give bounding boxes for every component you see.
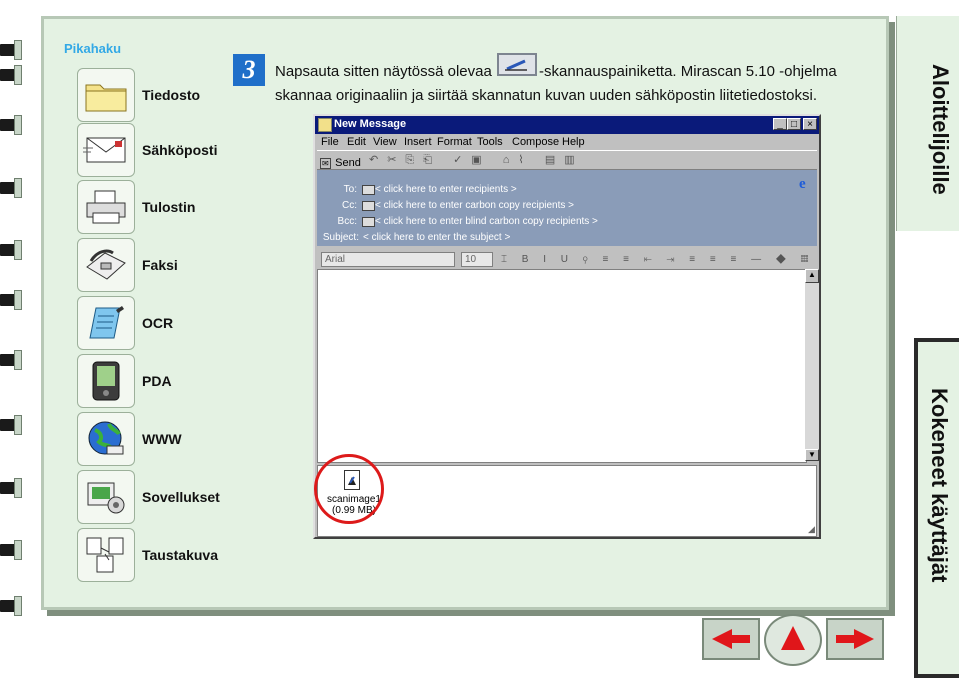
sidebar-item-label: WWW xyxy=(142,431,182,447)
toolbar: ✉ Send ↶✂⎘⎗ ✓▣ ⌂⌇ ▤▥ xyxy=(317,150,817,170)
toolbar-icons[interactable]: ↶✂⎘⎗ ✓▣ ⌂⌇ ▤▥ xyxy=(369,153,584,167)
printer-icon xyxy=(77,180,135,234)
scan-button-icon xyxy=(497,53,537,76)
message-body[interactable] xyxy=(317,269,807,463)
maximize-button[interactable]: □ xyxy=(787,118,801,130)
sidebar-item-label: OCR xyxy=(142,315,174,331)
sidebar-item-file[interactable]: Tiedosto xyxy=(77,68,237,122)
sidebar-item-fax[interactable]: Faksi xyxy=(77,238,237,292)
cc-field[interactable]: < click here to enter carbon copy recipi… xyxy=(375,200,574,211)
font-size-select[interactable]: 10 xyxy=(461,252,493,267)
sidebar-title: Pikahaku xyxy=(64,41,122,56)
up-button[interactable] xyxy=(764,614,822,666)
folder-icon xyxy=(77,68,135,122)
step-number-badge: 3 xyxy=(233,54,265,86)
close-button[interactable]: × xyxy=(803,118,817,130)
applications-icon xyxy=(77,470,135,524)
sidebar-item-label: Sovellukset xyxy=(142,489,220,505)
instruction-line-2: skannaa originaaliin ja siirtää skannatu… xyxy=(275,87,818,104)
formatting-icons[interactable]: ⌶ B I U ⚲ ≡ ≡ ⇤ ⇥ ≡ ≡ ≡ — ◆ ▦ xyxy=(501,254,814,265)
sidebar-item-label: Tiedosto xyxy=(142,87,201,103)
subject-label: Subject: xyxy=(322,232,359,243)
to-label: To: xyxy=(343,184,357,195)
sidebar-item-printer[interactable]: Tulostin xyxy=(77,180,237,234)
scroll-down-arrow-icon[interactable]: ▼ xyxy=(805,449,819,461)
minimize-button[interactable]: _ xyxy=(773,118,787,130)
menu-format[interactable]: Format xyxy=(437,136,472,148)
address-book-icon[interactable] xyxy=(362,217,375,227)
menu-tools[interactable]: Tools xyxy=(477,136,503,148)
sidebar-item-label: Taustakuva xyxy=(142,547,218,563)
next-arrow-icon xyxy=(836,629,874,649)
sidebar-item-label: PDA xyxy=(142,373,172,389)
font-size-value: 10 xyxy=(465,254,477,265)
address-header: To: < click here to enter recipients > C… xyxy=(317,170,817,246)
menu-edit[interactable]: Edit xyxy=(347,136,366,148)
window-title: New Message xyxy=(334,118,407,130)
menu-file[interactable]: File xyxy=(321,136,339,148)
menu-help[interactable]: Help xyxy=(562,136,585,148)
bcc-field[interactable]: < click here to enter blind carbon copy … xyxy=(375,216,598,227)
browser-e-icon: e xyxy=(799,176,806,192)
globe-icon xyxy=(77,412,135,466)
scroll-up-arrow-icon[interactable]: ▲ xyxy=(805,269,819,283)
menu-compose[interactable]: Compose xyxy=(512,136,559,148)
envelope-icon xyxy=(318,118,332,132)
sidebar-item-label: Faksi xyxy=(142,257,178,273)
envelope-icon xyxy=(77,123,135,177)
window-titlebar: New Message _ □ × xyxy=(315,116,819,134)
menu-view[interactable]: View xyxy=(373,136,397,148)
tab-beginners[interactable]: Aloittelijoille xyxy=(896,16,959,231)
to-field[interactable]: < click here to enter recipients > xyxy=(375,184,517,195)
wallpaper-icon xyxy=(77,528,135,582)
vertical-scrollbar[interactable]: ▲ ▼ xyxy=(805,269,819,461)
sidebar-item-label: Sähköposti xyxy=(142,142,218,158)
send-button[interactable]: ✉ Send xyxy=(320,153,361,171)
sidebar-item-pda[interactable]: PDA xyxy=(77,354,237,408)
sidebar-item-label: Tulostin xyxy=(142,199,196,215)
address-book-icon[interactable] xyxy=(362,185,375,195)
sidebar-item-email[interactable]: Sähköposti xyxy=(77,123,237,177)
previous-arrow-icon xyxy=(712,629,750,649)
previous-page-button[interactable] xyxy=(702,618,760,660)
font-name-value: Arial xyxy=(325,254,346,265)
sidebar-item-ocr[interactable]: OCR xyxy=(77,296,237,350)
cc-label: Cc: xyxy=(342,200,357,211)
notepad-icon xyxy=(77,296,135,350)
subject-field[interactable]: < click here to enter the subject > xyxy=(363,232,510,243)
next-page-button[interactable] xyxy=(826,618,884,660)
pda-icon xyxy=(77,354,135,408)
sidebar-item-www[interactable]: WWW xyxy=(77,412,237,466)
new-message-window: New Message _ □ × File Edit View Insert … xyxy=(313,114,821,539)
spiral-binding xyxy=(0,0,24,678)
highlight-circle xyxy=(314,454,384,524)
send-label: Send xyxy=(335,157,361,169)
font-name-select[interactable]: Arial xyxy=(321,252,455,267)
tab-experienced-users[interactable]: Kokeneet käyttäjät xyxy=(914,338,959,678)
instruction-line-1-start: Napsauta sitten näytössä olevaa xyxy=(275,63,492,80)
sidebar-item-applications[interactable]: Sovellukset xyxy=(77,470,237,524)
up-arrow-icon xyxy=(781,626,805,650)
sidebar-item-wallpaper[interactable]: Taustakuva xyxy=(77,528,237,582)
menu-insert[interactable]: Insert xyxy=(404,136,432,148)
tab-beginners-label: Aloittelijoille xyxy=(928,64,953,195)
address-book-icon[interactable] xyxy=(362,201,375,211)
resize-grip-icon[interactable]: ◢ xyxy=(808,524,818,534)
instruction-line-1-end: -skannauspainiketta. Mirascan 5.10 -ohje… xyxy=(539,63,837,80)
fax-icon xyxy=(77,238,135,292)
tab-experienced-label: Kokeneet käyttäjät xyxy=(927,388,952,583)
attachment-pane: scanimage1 (0.99 MB) ◢ xyxy=(317,465,817,537)
bcc-label: Bcc: xyxy=(337,216,357,227)
